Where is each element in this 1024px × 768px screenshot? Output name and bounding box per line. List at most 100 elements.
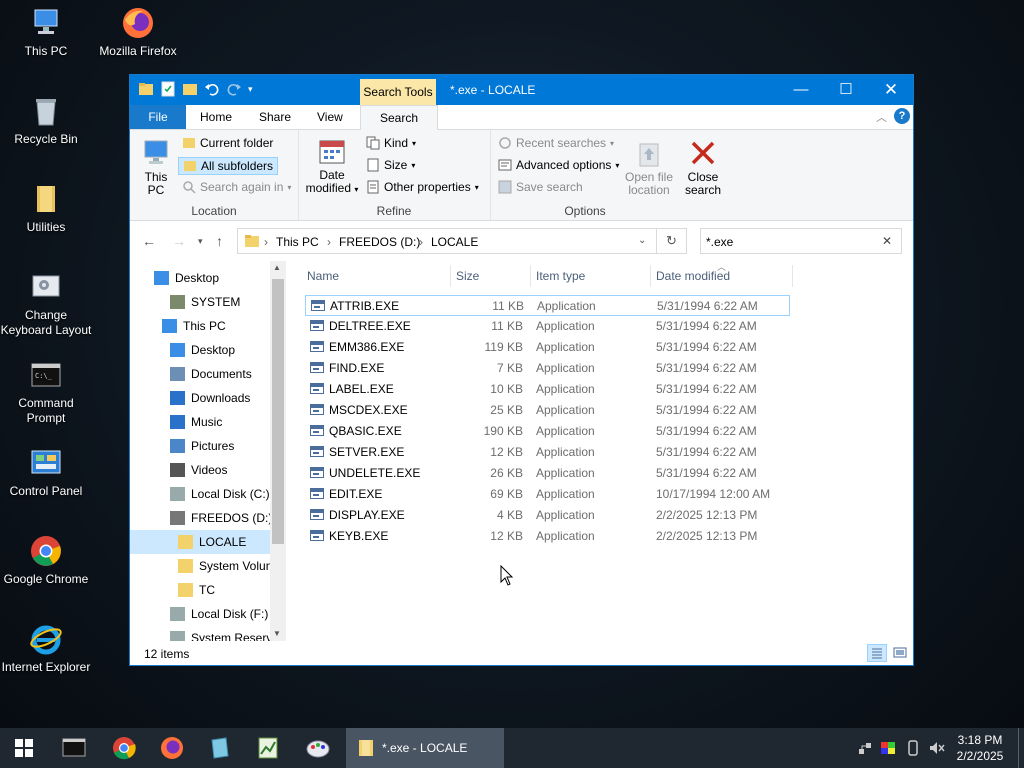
search-input[interactable]: *.exe <box>706 235 733 249</box>
help-icon[interactable]: ? <box>894 108 910 124</box>
back-icon[interactable]: ← <box>142 233 156 249</box>
desktop-icon-utilities[interactable]: Utilities <box>0 182 92 235</box>
clear-search-icon[interactable]: ✕ <box>882 234 892 248</box>
nav-item[interactable]: Documents <box>130 362 270 386</box>
nav-item[interactable]: This PC <box>130 314 270 338</box>
tab-file[interactable]: File <box>130 105 186 129</box>
file-row[interactable]: DELTREE.EXE 11 KB Application 5/31/1994 6:2… <box>305 316 790 337</box>
nav-item[interactable]: Local Disk (F:) <box>130 602 270 626</box>
taskbar-explorer-window[interactable]: *.exe - LOCALE <box>346 728 504 768</box>
taskbar-paint[interactable] <box>298 734 338 762</box>
properties-icon[interactable] <box>160 81 176 97</box>
nav-item[interactable]: Music <box>130 410 270 434</box>
file-row[interactable]: QBASIC.EXE 190 KB Application 5/31/1994 6:2… <box>305 421 790 442</box>
desktop-icon-internet-explorer[interactable]: Internet Explorer <box>0 622 92 675</box>
clock[interactable]: 3:18 PM 2/2/2025 <box>955 732 1005 764</box>
start-button[interactable] <box>4 734 44 762</box>
usb-device-icon[interactable] <box>906 740 920 759</box>
scroll-up-icon[interactable]: ▲ <box>273 263 281 272</box>
tab-view[interactable]: View <box>305 105 355 129</box>
save-search-button[interactable]: Save search <box>498 180 583 194</box>
nav-item[interactable]: LOCALE <box>130 530 270 554</box>
file-row[interactable]: FIND.EXE 7 KB Application 5/31/1994 6:22 AM <box>305 358 790 379</box>
column-header-item-type[interactable]: Item type <box>536 269 585 283</box>
nav-item[interactable]: Local Disk (C:) <box>130 482 270 506</box>
breadcrumb-this-pc[interactable]: This PC <box>276 235 319 249</box>
file-row[interactable]: SETVER.EXE 12 KB Application 5/31/1994 6:22… <box>305 442 790 463</box>
nav-item[interactable]: System Volun <box>130 554 270 578</box>
desktop-icon-change-keyboard-layout[interactable]: Change Keyboard Layout <box>0 270 92 338</box>
scroll-down-icon[interactable]: ▼ <box>273 629 281 638</box>
taskbar-notepad[interactable] <box>200 734 240 762</box>
nav-item[interactable]: Videos <box>130 458 270 482</box>
redo-icon[interactable] <box>226 81 242 97</box>
collapse-ribbon-icon[interactable]: ︿ <box>876 109 887 125</box>
tab-search[interactable]: Search <box>360 105 438 130</box>
title-bar[interactable]: ▾ Search Tools *.exe - LOCALE — ☐ ✕ <box>130 75 913 105</box>
address-bar[interactable]: › This PC › FREEDOS (D:) › LOCALE ⌄ <box>237 228 657 254</box>
nav-item[interactable]: System Reserv <box>130 626 270 641</box>
volume-muted-icon[interactable] <box>928 740 946 759</box>
taskbar-spreadsheet[interactable] <box>248 734 288 762</box>
file-row[interactable]: MSCDEX.EXE 25 KB Application 5/31/1994 6:22… <box>305 400 790 421</box>
show-desktop-button[interactable] <box>1018 728 1024 768</box>
advanced-options-button[interactable]: Advanced options ▾ <box>498 158 619 172</box>
new-folder-icon[interactable] <box>182 81 198 97</box>
size-button[interactable]: Size ▾ <box>366 158 415 172</box>
close-search-button[interactable]: Close search <box>684 138 722 197</box>
scrollbar-thumb[interactable] <box>272 279 284 544</box>
desktop-icon-this-pc[interactable]: This PC <box>0 6 92 59</box>
recent-searches-button[interactable]: Recent searches ▾ <box>498 136 614 150</box>
taskbar-command-prompt[interactable] <box>54 734 94 762</box>
file-row[interactable]: DISPLAY.EXE 4 KB Application 2/2/2025 12:13… <box>305 505 790 526</box>
desktop-icon-recycle-bin[interactable]: Recycle Bin <box>0 94 92 147</box>
customize-toolbar-icon[interactable]: ▾ <box>248 81 264 97</box>
refresh-icon[interactable]: ↻ <box>657 228 687 254</box>
nav-item[interactable]: TC <box>130 578 270 602</box>
tab-home[interactable]: Home <box>188 105 244 129</box>
breadcrumb-locale[interactable]: LOCALE <box>431 235 478 249</box>
search-tools-context-tab[interactable]: Search Tools <box>360 79 436 105</box>
file-row[interactable]: EMM386.EXE 119 KB Application 5/31/1994 6:2… <box>305 337 790 358</box>
maximize-button[interactable]: ☐ <box>823 75 869 105</box>
file-row[interactable]: EDIT.EXE 69 KB Application 10/17/1994 12:00… <box>305 484 790 505</box>
details-view-icon[interactable] <box>867 644 887 662</box>
nav-item[interactable]: Desktop <box>130 338 270 362</box>
forward-icon[interactable]: → <box>172 233 186 249</box>
this-pc-button[interactable]: This PC <box>140 138 172 197</box>
search-box[interactable]: *.exe ✕ <box>700 228 902 254</box>
taskbar-firefox[interactable] <box>152 734 192 762</box>
color-display-icon[interactable] <box>880 740 896 759</box>
desktop-icon-firefox[interactable]: Mozilla Firefox <box>92 6 184 59</box>
file-row[interactable]: KEYB.EXE 12 KB Application 2/2/2025 12:13 P… <box>305 526 790 547</box>
file-row[interactable]: UNDELETE.EXE 26 KB Application 5/31/1994 6:… <box>305 463 790 484</box>
nav-item[interactable]: SYSTEM <box>130 290 270 314</box>
tab-share[interactable]: Share <box>247 105 303 129</box>
network-icon[interactable] <box>857 740 873 759</box>
breadcrumb-freedos[interactable]: FREEDOS (D:) <box>339 235 420 249</box>
date-modified-button[interactable]: Date modified ▾ <box>304 138 360 196</box>
recent-locations-icon[interactable]: ▾ <box>198 236 203 247</box>
open-file-location-button[interactable]: Open file location <box>620 138 678 197</box>
column-header-name[interactable]: Name <box>307 269 339 283</box>
undo-icon[interactable] <box>204 81 220 97</box>
file-row[interactable]: LABEL.EXE 10 KB Application 5/31/1994 6:22 … <box>305 379 790 400</box>
file-row[interactable]: ATTRIB.EXE 11 KB Application 5/31/1994 6:22… <box>305 295 790 316</box>
nav-item[interactable]: Desktop <box>130 266 270 290</box>
close-button[interactable]: ✕ <box>868 75 914 105</box>
current-folder-button[interactable]: Current folder <box>182 136 273 150</box>
column-header-size[interactable]: Size <box>456 269 479 283</box>
nav-item[interactable]: FREEDOS (D:) <box>130 506 270 530</box>
taskbar-chrome[interactable] <box>104 734 144 762</box>
nav-item[interactable]: Pictures <box>130 434 270 458</box>
large-icons-view-icon[interactable] <box>891 644 909 662</box>
nav-item[interactable]: Downloads <box>130 386 270 410</box>
kind-button[interactable]: Kind ▾ <box>366 136 416 150</box>
all-subfolders-button[interactable]: All subfolders <box>178 157 279 175</box>
minimize-button[interactable]: — <box>778 75 824 105</box>
other-properties-button[interactable]: Other properties ▾ <box>366 180 479 194</box>
desktop-icon-control-panel[interactable]: Control Panel <box>0 446 92 499</box>
desktop-icon-google-chrome[interactable]: Google Chrome <box>0 534 92 587</box>
navigation-scrollbar[interactable]: ▲ ▼ <box>270 261 286 641</box>
address-dropdown-icon[interactable]: ⌄ <box>638 235 646 246</box>
